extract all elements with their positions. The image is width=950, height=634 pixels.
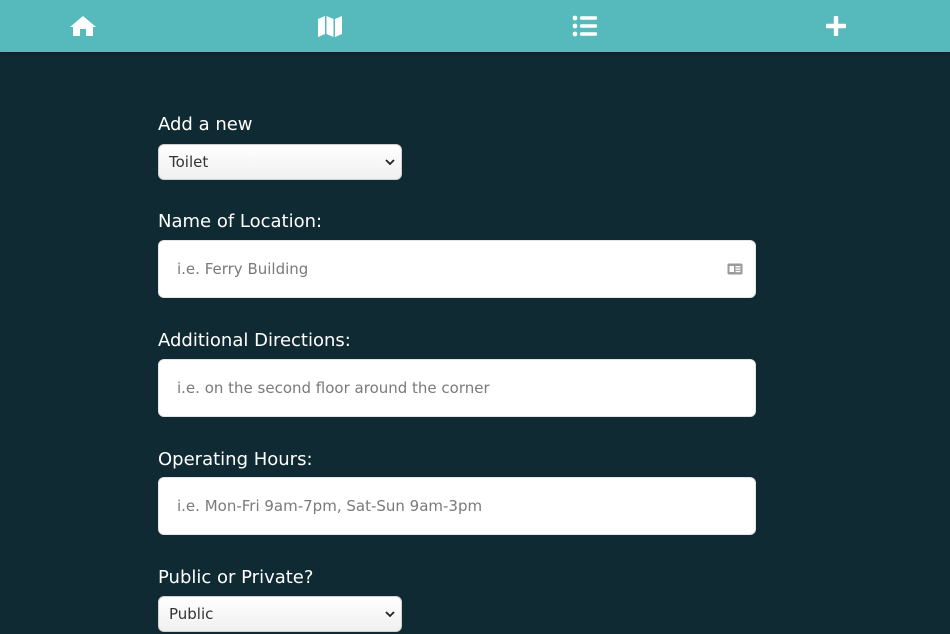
list-icon [572, 15, 597, 37]
chevron-down-icon [385, 611, 395, 618]
access-label: Public or Private? [158, 567, 314, 588]
plus-icon [826, 16, 846, 36]
map-icon [318, 16, 342, 37]
nav-add-button[interactable] [821, 11, 851, 41]
access-select[interactable]: Public [158, 596, 402, 632]
contact-card-icon[interactable] [727, 263, 743, 275]
name-input[interactable]: i.e. Ferry Building [158, 240, 756, 298]
hours-input-placeholder: i.e. Mon-Fri 9am-7pm, Sat-Sun 9am-3pm [177, 497, 483, 515]
home-icon [70, 16, 96, 36]
hours-label: Operating Hours: [158, 449, 313, 470]
directions-input[interactable]: i.e. on the second floor around the corn… [158, 359, 756, 417]
top-navbar [0, 0, 950, 52]
nav-home-button[interactable] [68, 11, 98, 41]
name-input-placeholder: i.e. Ferry Building [177, 260, 309, 278]
chevron-down-icon [385, 159, 395, 166]
hours-input[interactable]: i.e. Mon-Fri 9am-7pm, Sat-Sun 9am-3pm [158, 477, 756, 535]
type-label: Add a new [158, 114, 253, 135]
type-select[interactable]: Toilet [158, 144, 402, 180]
directions-label: Additional Directions: [158, 330, 351, 351]
nav-list-button[interactable] [570, 11, 600, 41]
nav-map-button[interactable] [315, 11, 345, 41]
type-select-value: Toilet [169, 153, 209, 171]
access-select-value: Public [169, 605, 214, 623]
directions-input-placeholder: i.e. on the second floor around the corn… [177, 379, 490, 397]
name-label: Name of Location: [158, 211, 323, 232]
